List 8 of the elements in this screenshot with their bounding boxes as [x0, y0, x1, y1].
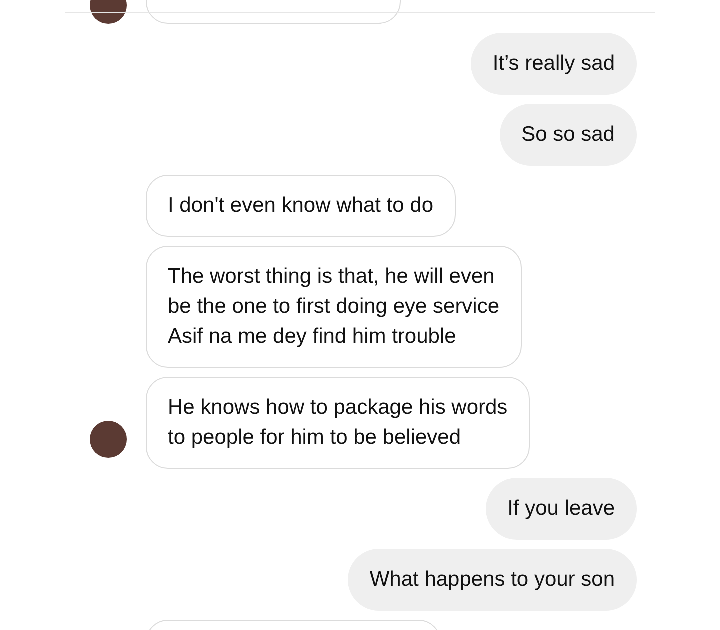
message-bubble: If you leave: [486, 478, 637, 540]
message-bubble: What happens to your son: [348, 549, 637, 611]
message-bubble: So so sad: [500, 104, 637, 166]
message-bubble: The worst thing is that, he will even be the one to first doing eye service Asif na me dey find him trouble: [146, 246, 522, 368]
avatar[interactable]: [90, 421, 127, 458]
message-bubble: I don't even know what to do: [146, 175, 456, 237]
message-bubble: He knows how to package his words to people for him to be believed: [146, 377, 530, 469]
message-bubble: It’s really sad: [470, 33, 637, 95]
